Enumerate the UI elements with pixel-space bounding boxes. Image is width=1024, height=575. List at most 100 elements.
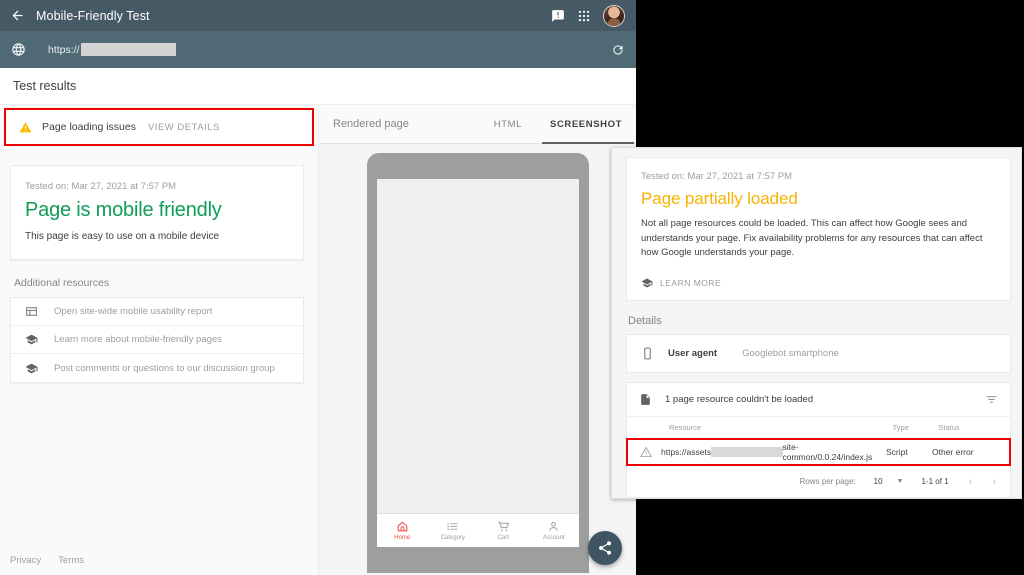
resource-errors-header: 1 page resource couldn't be loaded — [627, 383, 1010, 418]
list-item[interactable]: Open site-wide mobile usability report — [11, 298, 303, 326]
rendered-page-tabs: Rendered page HTML SCREENSHOT — [319, 105, 636, 144]
verdict-subtitle: This page is easy to use on a mobile dev… — [25, 231, 219, 242]
privacy-link[interactable]: Privacy — [10, 555, 41, 566]
share-button[interactable] — [588, 531, 622, 565]
left-column: Page loading issues VIEW DETAILS Tested … — [0, 105, 318, 575]
graduation-cap-icon — [641, 277, 653, 289]
learn-more-link[interactable]: LEARN MORE — [641, 277, 996, 289]
body-split: Page loading issues VIEW DETAILS Tested … — [0, 105, 636, 575]
arrow-back-icon[interactable] — [0, 0, 34, 31]
document-icon — [639, 393, 652, 406]
nav-label: Category — [440, 535, 465, 541]
right-column: Rendered page HTML SCREENSHOT Home Categ… — [318, 105, 636, 575]
details-panel: Tested on: Mar 27, 2021 at 7:57 PM Page … — [611, 147, 1022, 499]
results-header: Test results — [0, 68, 636, 105]
issues-label: Page loading issues — [42, 121, 136, 133]
phone-preview-area: Home Category Cart Account — [319, 144, 636, 575]
col-header-resource: Resource — [669, 423, 702, 433]
url-input[interactable]: https:// — [48, 43, 176, 56]
nav-item-category[interactable]: Category — [428, 520, 479, 541]
url-bar: https:// — [0, 31, 636, 68]
footer-links: Privacy Terms — [10, 555, 84, 566]
nav-item-home[interactable]: Home — [377, 520, 428, 541]
resource-errors-card: 1 page resource couldn't be loaded Resou… — [626, 382, 1011, 498]
resource-redacted-block — [711, 447, 783, 458]
status-card: Tested on: Mar 27, 2021 at 7:57 PM Page … — [10, 165, 304, 260]
results-title: Test results — [13, 79, 77, 93]
phone-bottom-nav: Home Category Cart Account — [377, 513, 579, 547]
tested-on-text: Tested on: Mar 27, 2021 at 7:57 PM — [25, 181, 177, 192]
url-prefix: https:// — [48, 43, 80, 56]
nav-item-cart[interactable]: Cart — [478, 520, 529, 541]
resource-table-header: Resource Type Status — [627, 417, 1010, 438]
list-item-label: Learn more about mobile-friendly pages — [54, 334, 222, 345]
warning-outline-icon — [640, 446, 652, 458]
avatar[interactable] — [603, 4, 625, 27]
nav-label: Cart — [497, 535, 509, 541]
chevron-left-icon[interactable]: ‹ — [969, 476, 973, 488]
page-loading-issues-banner[interactable]: Page loading issues VIEW DETAILS — [4, 108, 314, 146]
learn-more-label: LEARN MORE — [660, 278, 722, 289]
app-window: Mobile-Friendly Test https:// Test resul… — [0, 0, 636, 575]
additional-resources-label: Additional resources — [14, 277, 110, 289]
phone-screen — [377, 179, 579, 541]
panel-verdict: Page partially loaded — [641, 189, 798, 208]
panel-description: Not all page resources could be loaded. … — [641, 218, 983, 259]
cart-icon — [497, 521, 509, 532]
reload-icon[interactable] — [611, 43, 625, 57]
rendered-page-label: Rendered page — [333, 118, 409, 130]
warning-triangle-icon — [19, 121, 32, 134]
terms-link[interactable]: Terms — [58, 555, 84, 566]
smartphone-icon — [641, 347, 654, 360]
col-header-type: Type — [892, 423, 909, 433]
user-agent-key: User agent — [668, 348, 718, 360]
cell-resource: https://assets site-common/0.0.24/index.j… — [661, 442, 886, 462]
app-header: Mobile-Friendly Test — [0, 0, 636, 31]
list-item-label: Open site-wide mobile usability report — [54, 306, 213, 317]
table-row[interactable]: https://assets site-common/0.0.24/index.j… — [626, 438, 1011, 467]
cell-type: Script — [886, 447, 908, 458]
rows-per-page-label: Rows per page: — [799, 477, 856, 487]
account-icon — [549, 522, 559, 531]
header-actions — [551, 4, 636, 27]
cell-status: Other error — [932, 447, 974, 458]
feedback-icon[interactable] — [551, 9, 565, 23]
details-label: Details — [628, 315, 662, 328]
graduation-cap-icon — [25, 333, 45, 346]
nav-label: Account — [542, 535, 565, 541]
resource-prefix: https://assets — [661, 447, 712, 458]
list-item-label: Post comments or questions to our discus… — [54, 362, 275, 374]
tab-screenshot[interactable]: SCREENSHOT — [536, 105, 636, 144]
chevron-right-icon[interactable]: › — [992, 476, 996, 488]
share-icon — [599, 541, 611, 555]
filter-icon[interactable] — [985, 393, 998, 406]
panel-tested-on: Tested on: Mar 27, 2021 at 7:57 PM — [641, 171, 793, 182]
nav-item-account[interactable]: Account — [529, 520, 580, 541]
view-details-link[interactable]: VIEW DETAILS — [148, 122, 220, 133]
graduation-cap-icon — [25, 362, 45, 375]
home-icon — [397, 521, 408, 532]
tab-list: HTML SCREENSHOT — [480, 105, 636, 144]
rows-per-page-value[interactable]: 10 — [874, 477, 883, 486]
tab-html[interactable]: HTML — [480, 105, 536, 144]
resource-suffix: site-common/0.0.24/index.js — [782, 442, 873, 463]
report-icon — [25, 305, 45, 318]
phone-mockup: Home Category Cart Account — [367, 153, 589, 573]
table-pagination: Rows per page: 10 ▼ 1-1 of 1 ‹ › — [627, 466, 1010, 497]
user-agent-row: User agent Googlebot smartphone — [627, 335, 1010, 372]
screenshot-root: Mobile-Friendly Test https:// Test resul… — [0, 0, 1024, 575]
list-icon — [447, 523, 458, 530]
pagination-range: 1-1 of 1 — [921, 477, 949, 487]
list-item[interactable]: Learn more about mobile-friendly pages — [11, 326, 303, 354]
col-header-status: Status — [938, 423, 960, 433]
panel-status-card: Tested on: Mar 27, 2021 at 7:57 PM Page … — [626, 157, 1011, 302]
url-redacted-block — [80, 43, 176, 56]
list-item[interactable]: Post comments or questions to our discus… — [11, 354, 303, 382]
user-agent-card: User agent Googlebot smartphone — [626, 334, 1011, 374]
apps-grid-icon[interactable] — [577, 9, 591, 23]
globe-icon — [11, 42, 26, 57]
page-title: Mobile-Friendly Test — [36, 8, 150, 23]
resource-errors-title: 1 page resource couldn't be loaded — [665, 394, 814, 406]
chevron-down-icon[interactable]: ▼ — [897, 478, 904, 485]
nav-label: Home — [394, 535, 411, 541]
